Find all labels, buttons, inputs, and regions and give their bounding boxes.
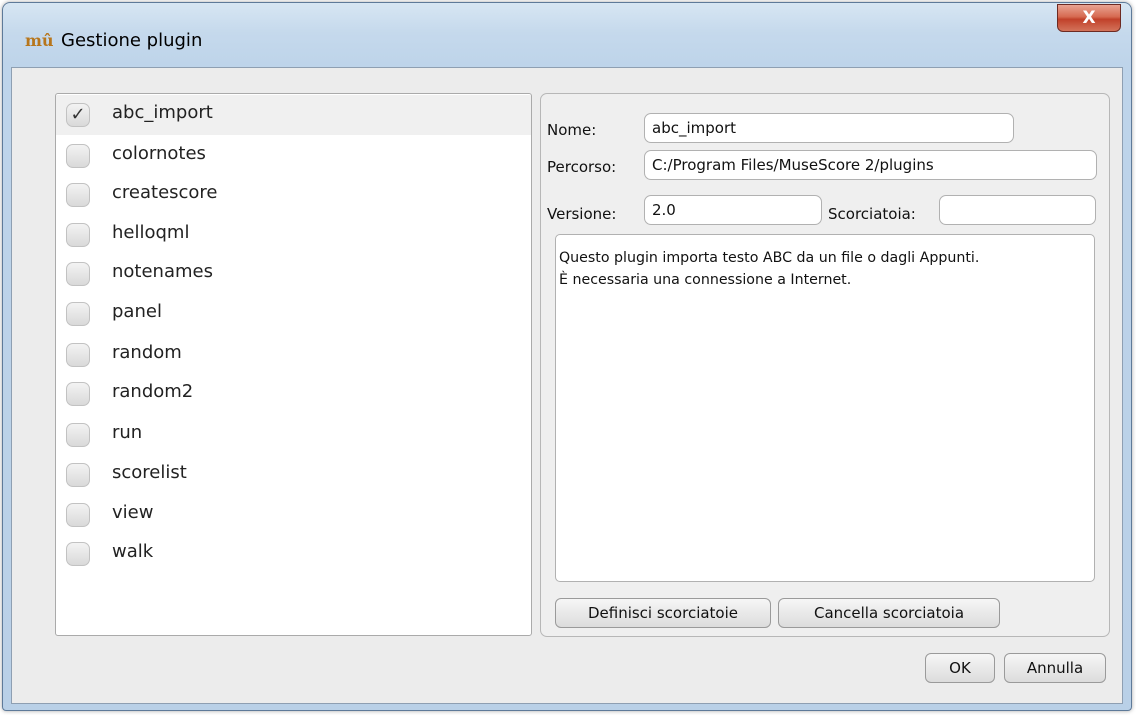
plugin-checkbox[interactable] xyxy=(66,343,90,367)
plugin-item-abc-import[interactable]: ✓ abc_import xyxy=(56,95,531,135)
plugin-item-notenames[interactable]: notenames xyxy=(56,254,531,294)
version-field[interactable]: 2.0 xyxy=(644,195,822,225)
close-icon: X xyxy=(1082,8,1096,28)
plugin-item-random2[interactable]: random2 xyxy=(56,374,531,414)
plugin-details-panel: Nome: abc_import Percorso: C:/Program Fi… xyxy=(540,93,1110,637)
plugin-checkbox[interactable] xyxy=(66,463,90,487)
define-shortcuts-button[interactable]: Definisci scorciatoie xyxy=(555,598,771,628)
plugin-checkbox[interactable] xyxy=(66,223,90,247)
plugin-checkbox[interactable] xyxy=(66,423,90,447)
plugin-label: createscore xyxy=(112,182,218,203)
plugin-checkbox[interactable] xyxy=(66,542,90,566)
plugin-label: panel xyxy=(112,301,162,322)
close-button[interactable]: X xyxy=(1057,4,1121,32)
plugin-item-createscore[interactable]: createscore xyxy=(56,175,531,215)
plugin-label: abc_import xyxy=(112,102,213,123)
plugin-manager-dialog: mû Gestione plugin X ✓ abc_import colorn… xyxy=(2,2,1132,711)
plugin-checkbox[interactable] xyxy=(66,382,90,406)
shortcut-label: Scorciatoia: xyxy=(828,205,916,223)
plugin-label: run xyxy=(112,422,143,443)
plugin-label: view xyxy=(112,502,154,523)
plugin-label: scorelist xyxy=(112,462,187,483)
plugin-item-colornotes[interactable]: colornotes xyxy=(56,136,531,176)
plugin-checkbox[interactable] xyxy=(66,183,90,207)
plugin-item-scorelist[interactable]: scorelist xyxy=(56,455,531,495)
version-label: Versione: xyxy=(547,205,617,223)
shortcut-field[interactable] xyxy=(939,195,1096,225)
plugin-checkbox[interactable]: ✓ xyxy=(66,103,90,127)
plugin-item-run[interactable]: run xyxy=(56,415,531,455)
path-label: Percorso: xyxy=(547,158,617,176)
dialog-body: ✓ abc_import colornotes createscore hell… xyxy=(11,67,1123,704)
plugin-item-view[interactable]: view xyxy=(56,495,531,535)
plugin-item-panel[interactable]: panel xyxy=(56,294,531,334)
plugin-checkbox[interactable] xyxy=(66,503,90,527)
window-title: Gestione plugin xyxy=(61,30,203,51)
name-field[interactable]: abc_import xyxy=(644,113,1014,143)
clear-shortcut-button[interactable]: Cancella scorciatoia xyxy=(778,598,1000,628)
plugin-checkbox[interactable] xyxy=(66,144,90,168)
description-line: Questo plugin importa testo ABC da un fi… xyxy=(559,250,980,266)
name-label: Nome: xyxy=(547,121,597,139)
path-field[interactable]: C:/Program Files/MuseScore 2/plugins xyxy=(644,150,1097,180)
plugin-label: notenames xyxy=(112,261,213,282)
plugin-label: walk xyxy=(112,541,154,562)
plugin-label: random xyxy=(112,342,182,363)
cancel-button[interactable]: Annulla xyxy=(1004,653,1106,683)
plugin-item-helloqml[interactable]: helloqml xyxy=(56,215,531,255)
ok-button[interactable]: OK xyxy=(925,653,995,683)
plugin-label: random2 xyxy=(112,381,194,402)
plugin-item-random[interactable]: random xyxy=(56,335,531,375)
plugin-checkbox[interactable] xyxy=(66,262,90,286)
plugin-checkbox[interactable] xyxy=(66,302,90,326)
description-text[interactable]: Questo plugin importa testo ABC da un fi… xyxy=(555,234,1095,582)
plugin-label: colornotes xyxy=(112,143,206,164)
plugin-list[interactable]: ✓ abc_import colornotes createscore hell… xyxy=(55,93,532,636)
description-line: È necessaria una connessione a Internet. xyxy=(559,272,852,288)
musescore-app-icon: mû xyxy=(25,31,54,50)
title-bar[interactable]: mû Gestione plugin X xyxy=(3,3,1131,67)
plugin-item-walk[interactable]: walk xyxy=(56,534,531,574)
plugin-label: helloqml xyxy=(112,222,190,243)
check-icon: ✓ xyxy=(70,104,86,125)
